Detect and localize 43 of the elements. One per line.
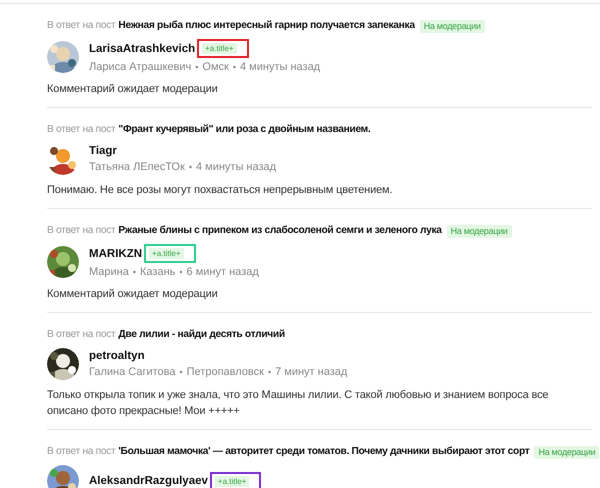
- meta-text: Галина Сагитова: [89, 365, 176, 379]
- username-link[interactable]: LarisaAtrashkevich: [89, 42, 196, 56]
- username-link[interactable]: Tiagr: [89, 144, 117, 158]
- meta-text: 4 минуты назад: [196, 160, 276, 174]
- meta-text: Омск: [202, 60, 229, 74]
- moderation-badge: На модерации: [420, 20, 485, 32]
- meta-text: Лариса Атрашкевич: [89, 60, 192, 74]
- comment-text: Только открыла топик и уже знала, что это Машины лилии. С такой любовью и знанием вопроса все описано фото прекрасные! Мои +++++: [47, 388, 550, 419]
- user-tag: +a.title+: [149, 248, 184, 259]
- meta-text: Татьяна ЛЕпесТОк: [89, 160, 185, 174]
- post-title-link[interactable]: Две лилии - найди десять отличий: [118, 327, 285, 343]
- reply-label: В ответ на пост: [47, 445, 116, 459]
- post-title-link[interactable]: Ржаные блины с припеком из слабосоленой семги и зеленого лука: [118, 223, 442, 239]
- moderation-badge: На модерации: [534, 446, 600, 458]
- post-title-link[interactable]: 'Большая мамочка' — авторитет среди томатов. Почему дачники выбирают этот сорт: [118, 444, 530, 460]
- moderation-badge: На модерации: [446, 224, 512, 238]
- username-link[interactable]: petroaltyn: [89, 349, 145, 363]
- meta-text: Казань: [140, 265, 176, 279]
- comment-text: Комментарий ожидает модерации: [47, 287, 219, 302]
- separator-dot: •: [132, 266, 136, 279]
- separator-dot: •: [188, 161, 192, 174]
- comment-text: Понимаю. Не все розы могут похвастаться непрерывным цветением.: [47, 183, 394, 198]
- reply-label: В ответ на пост: [47, 123, 116, 137]
- username-link[interactable]: AleksandrRazgulyaev: [89, 474, 208, 488]
- user-tag: +a.title+: [214, 476, 250, 486]
- separator-dot: •: [179, 366, 183, 379]
- post-title-link[interactable]: "Франт кучерявый" или роза с двойным названием.: [118, 122, 370, 138]
- meta-text: 4 минуты назад: [240, 60, 320, 74]
- separator-dot: •: [179, 266, 183, 279]
- separator-dot: •: [232, 61, 236, 74]
- separator-dot: •: [268, 366, 272, 379]
- meta-text: Марина: [89, 265, 129, 279]
- meta-text: 6 минут назад: [186, 265, 259, 279]
- separator-dot: •: [195, 61, 198, 74]
- meta-text: Петропавловск: [186, 365, 264, 379]
- reply-label: В ответ на пост: [47, 224, 116, 238]
- post-title-link[interactable]: Нежная рыба плюс интересный гарнир получается запеканка: [118, 18, 415, 34]
- meta-text: 7 минут назад: [275, 365, 348, 379]
- reply-label: В ответ на пост: [47, 328, 116, 342]
- username-link[interactable]: MARIKZN: [89, 246, 142, 260]
- comment-text: Комментарий ожидает модерации: [47, 82, 219, 97]
- reply-label: В ответ на пост: [47, 19, 116, 33]
- user-tag: +a.title+: [202, 43, 237, 54]
